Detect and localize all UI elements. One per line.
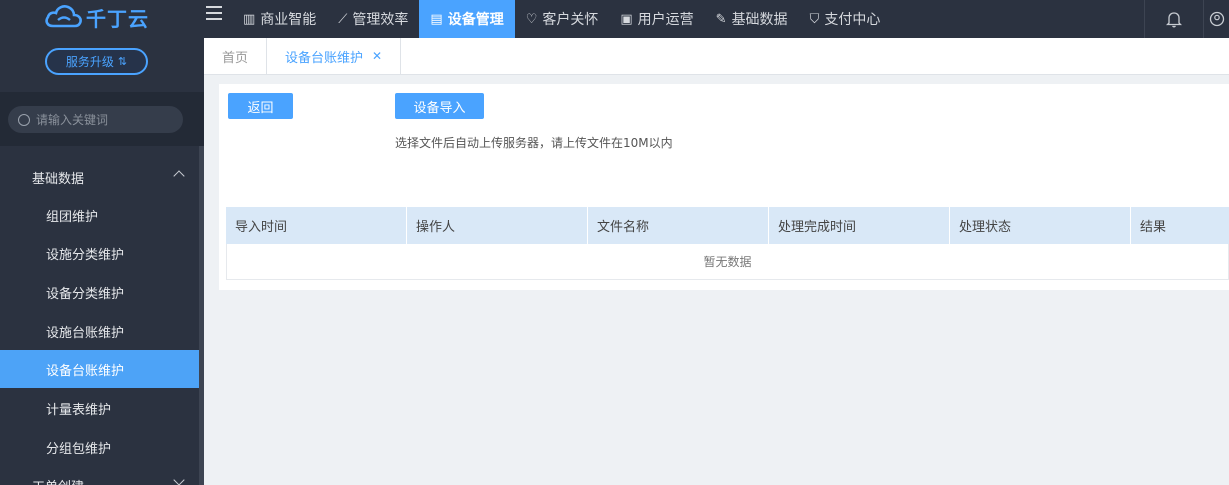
search-icon [18,113,30,126]
upgrade-button[interactable]: 服务升级 ⇅ [45,48,148,75]
column-header-status: 处理状态 [950,207,1131,244]
sidebar: 千丁云 服务升级 ⇅ 基础数据 组团维护 设施分类维护 设备分类维护 设施台账维… [0,0,204,485]
building-icon: ▥ [243,11,256,27]
tab-label: 首页 [222,50,249,66]
column-header-file-name: 文件名称 [588,207,769,244]
table-header: 导入时间 操作人 文件名称 处理完成时间 处理状态 结果 [226,207,1229,244]
top-right-actions [1144,0,1229,38]
sidebar-item-facility-category[interactable]: 设施分类维护 [0,234,199,272]
device-import-button[interactable]: 设备导入 [395,93,484,119]
sidebar-item-label: 设施台账维护 [46,325,125,341]
upload-hint: 选择文件后自动上传服务器，请上传文件在10M以内 [395,136,673,150]
nav-label: 设备管理 [447,12,504,28]
column-header-finish-time: 处理完成时间 [769,207,950,244]
nav-basic-data[interactable]: ✎ 基础数据 [705,0,799,38]
nav-label: 用户运营 [637,12,694,28]
nav-label: 客户关怀 [542,12,599,28]
chevron-down-icon [173,474,185,485]
brand-name: 千丁云 [86,6,149,31]
upgrade-label: 服务升级 [65,55,114,69]
nav-payment-center[interactable]: ⛉ 支付中心 [799,0,892,38]
nav-customer-care[interactable]: ♡ 客户关怀 [515,0,610,38]
chevron-up-icon [173,170,185,182]
empty-text: 暂无数据 [703,255,752,269]
yen-shield-icon: ⛉ [809,11,820,27]
sidebar-search [8,106,183,133]
menu-group-label: 基础数据 [32,171,85,187]
close-icon[interactable]: ✕ [372,49,382,63]
table-empty-row: 暂无数据 [226,244,1229,280]
nav-label: 支付中心 [824,12,881,28]
sidebar-item-label: 设备台账维护 [46,363,125,379]
sidebar-item-label: 组团维护 [46,209,99,225]
upgrade-arrows-icon: ⇅ [117,55,128,68]
user-menu-button[interactable] [1204,0,1229,38]
page-tabs: 首页 设备台账维护 ✕ [204,38,1229,75]
tab-device-ledger[interactable]: 设备台账维护 ✕ [267,38,402,74]
sidebar-item-group-maintenance[interactable]: 组团维护 [0,196,199,234]
line-chart-icon: ⟋ [338,11,348,27]
sidebar-item-facility-ledger[interactable]: 设施台账维护 [0,312,199,350]
menu-toggle[interactable] [204,0,232,38]
nav-user-operation[interactable]: ▣ 用户运营 [609,0,704,38]
column-header-result: 结果 [1140,220,1167,235]
sidebar-item-label: 设施分类维护 [46,247,125,263]
bell-icon [1166,11,1182,27]
notification-button[interactable] [1144,0,1204,38]
column-header-operator: 操作人 [407,207,588,244]
sidebar-item-device-category[interactable]: 设备分类维护 [0,273,199,311]
user-card-icon: ▣ [620,11,633,27]
menu-group-basic-data[interactable]: 基础数据 [0,158,204,196]
user-icon [1209,11,1224,27]
wrench-icon: ✎ [715,11,727,27]
tab-label: 设备台账维护 [285,50,364,66]
top-navbar: ▥ 商业智能 ⟋ 管理效率 ▤ 设备管理 ♡ 客户关怀 ▣ 用户运营 ✎ 基础数… [204,0,1229,38]
menu-group-work-order[interactable]: 工单创建 [0,466,204,485]
sidebar-item-group-package[interactable]: 分组包维护 [0,428,199,466]
nav-label: 管理效率 [352,12,409,28]
back-button[interactable]: 返回 [228,93,293,119]
menu-group-label: 工单创建 [32,476,84,485]
tab-home[interactable]: 首页 [204,38,268,74]
nav-label: 商业智能 [260,12,317,28]
sidebar-item-device-ledger[interactable]: 设备台账维护 [0,350,199,388]
sidebar-item-meter[interactable]: 计量表维护 [0,389,199,427]
hamburger-icon [206,6,222,20]
nav-business-intelligence[interactable]: ▥ 商业智能 [232,0,327,38]
search-input[interactable] [36,112,176,127]
main-panel: 返回 设备导入 选择文件后自动上传服务器，请上传文件在10M以内 导入时间 操作… [219,84,1229,290]
cloud-logo-icon [45,5,82,28]
import-records-table: 导入时间 操作人 文件名称 处理完成时间 处理状态 结果 暂无数据 [226,207,1229,280]
heart-icon: ♡ [525,11,538,27]
sidebar-item-label: 设备分类维护 [46,286,125,302]
sidebar-search-band [0,92,204,146]
device-icon: ▤ [430,11,443,27]
sidebar-item-label: 分组包维护 [46,441,112,457]
column-header-import-time: 导入时间 [226,207,407,244]
nav-label: 基础数据 [731,12,788,28]
top-nav: ▥ 商业智能 ⟋ 管理效率 ▤ 设备管理 ♡ 客户关怀 ▣ 用户运营 ✎ 基础数… [204,0,891,38]
nav-management-efficiency[interactable]: ⟋ 管理效率 [327,0,419,38]
sidebar-item-label: 计量表维护 [46,402,112,418]
logo: 千丁云 [44,2,149,32]
nav-device-management[interactable]: ▤ 设备管理 [419,0,515,38]
sidebar-scrollbar[interactable] [199,146,204,485]
